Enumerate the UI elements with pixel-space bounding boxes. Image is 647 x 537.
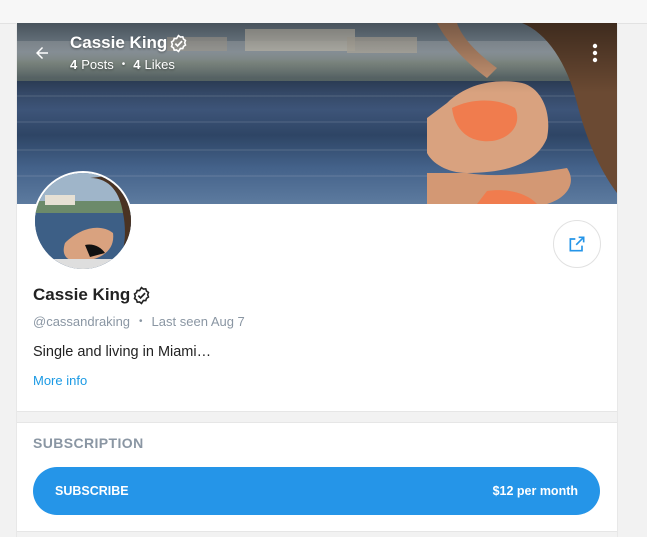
vertical-dots-icon <box>592 43 598 63</box>
avatar[interactable] <box>33 171 133 271</box>
profile-meta: @cassandraking • Last seen Aug 7 <box>33 314 245 329</box>
profile-title: Cassie King <box>33 285 151 305</box>
profile-handle: @cassandraking <box>33 314 131 329</box>
likes-count: 4 <box>133 57 141 72</box>
verified-badge-icon <box>169 33 188 53</box>
verified-badge-icon <box>132 285 151 305</box>
section-divider <box>17 411 617 423</box>
separator-dot: • <box>139 316 143 327</box>
cover-stats: 4 Posts • 4 Likes <box>70 57 175 72</box>
subscription-price: $12 per month <box>492 484 578 498</box>
profile-bio: Single and living in Miami… <box>33 344 212 360</box>
posts-label: Posts <box>81 57 114 72</box>
subscribe-button[interactable]: SUBSCRIBE $12 per month <box>33 467 600 515</box>
section-divider <box>17 531 617 537</box>
likes-label: Likes <box>144 57 175 72</box>
profile-name: Cassie King <box>33 285 131 304</box>
arrow-left-icon <box>36 47 48 59</box>
last-seen: Last seen Aug 7 <box>151 314 245 329</box>
cover-title: Cassie King <box>70 33 188 53</box>
subscription-heading: SUBSCRIPTION <box>33 435 144 451</box>
cover-name: Cassie King <box>70 33 168 52</box>
share-button[interactable] <box>553 220 601 268</box>
avatar-image <box>35 173 131 269</box>
subscribe-label: SUBSCRIBE <box>55 484 129 498</box>
more-options-button[interactable] <box>585 41 605 65</box>
browser-top-bar <box>0 0 647 24</box>
posts-count: 4 <box>70 57 78 72</box>
more-info-link[interactable]: More info <box>33 373 87 388</box>
back-button[interactable] <box>31 42 53 64</box>
share-icon <box>569 236 585 252</box>
separator-dot: • <box>121 59 126 70</box>
profile-card: Cassie King 4 Posts • 4 Likes Cassie Kin… <box>16 23 618 537</box>
